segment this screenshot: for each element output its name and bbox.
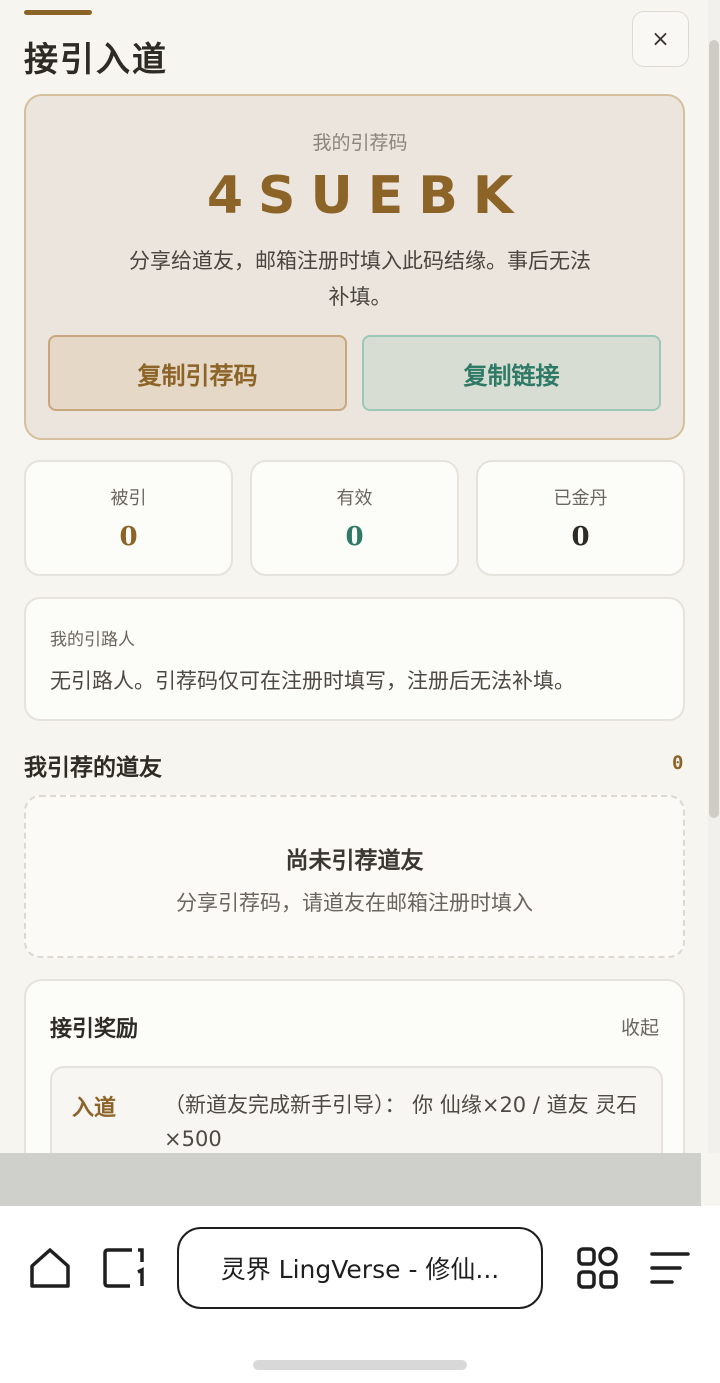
stat-value: 0: [571, 522, 590, 552]
referred-section-title: 我引荐的道友: [24, 755, 162, 781]
referrer-title: 我的引路人: [50, 630, 135, 650]
stat-label: 已金丹: [553, 488, 608, 509]
page-title: 接引入道: [24, 40, 168, 80]
reward-description: （新道友完成新手引导）： 你 仙缘×20 / 道友 灵石×500: [164, 1093, 638, 1151]
address-bar[interactable]: 灵界 LingVerse - 修仙...: [177, 1227, 543, 1309]
tabs-icon[interactable]: [102, 1246, 146, 1290]
empty-state-description: 分享引荐码，请道友在邮箱注册时填入: [176, 891, 533, 915]
referred-empty-state: 尚未引荐道友 分享引荐码，请道友在邮箱注册时填入: [24, 795, 685, 958]
stat-card-valid: 有效 0: [250, 460, 459, 576]
apps-grid-icon[interactable]: [576, 1246, 620, 1290]
reward-tag: 入道: [72, 1096, 117, 1121]
rewards-title: 接引奖励: [50, 1017, 139, 1042]
referrer-card: 我的引路人 无引路人。引荐码仅可在注册时填写，注册后无法补填。: [24, 597, 685, 721]
empty-state-title: 尚未引荐道友: [285, 848, 424, 874]
copy-link-button[interactable]: 复制链接: [362, 335, 661, 411]
scrollbar-thumb[interactable]: [709, 40, 719, 818]
page-bottom-overlay: [0, 1153, 701, 1206]
copy-code-button[interactable]: 复制引荐码: [48, 335, 347, 411]
rewards-collapse-button[interactable]: 收起: [621, 1013, 659, 1040]
referred-count: 0: [672, 752, 684, 774]
stat-value: 0: [119, 522, 138, 552]
menu-icon[interactable]: [648, 1246, 692, 1290]
stat-card-referred: 被引 0: [24, 460, 233, 576]
stat-label: 有效: [336, 488, 373, 509]
referral-code-label: 我的引荐码: [312, 132, 408, 154]
home-icon[interactable]: [28, 1246, 72, 1290]
referrer-text: 无引路人。引荐码仅可在注册时填写，注册后无法补填。: [50, 669, 575, 693]
referral-code-description: 分享给道友，邮箱注册时填入此码结缘。事后无法补填。: [129, 249, 591, 309]
referral-code-value: 4SUEBK: [206, 166, 529, 226]
stat-card-golden-core: 已金丹 0: [476, 460, 685, 576]
home-indicator[interactable]: [253, 1360, 467, 1370]
stat-label: 被引: [110, 488, 147, 509]
title-accent-bar: [24, 10, 92, 15]
close-icon: ×: [651, 26, 670, 52]
close-button[interactable]: ×: [632, 11, 689, 67]
stat-value: 0: [345, 522, 364, 552]
